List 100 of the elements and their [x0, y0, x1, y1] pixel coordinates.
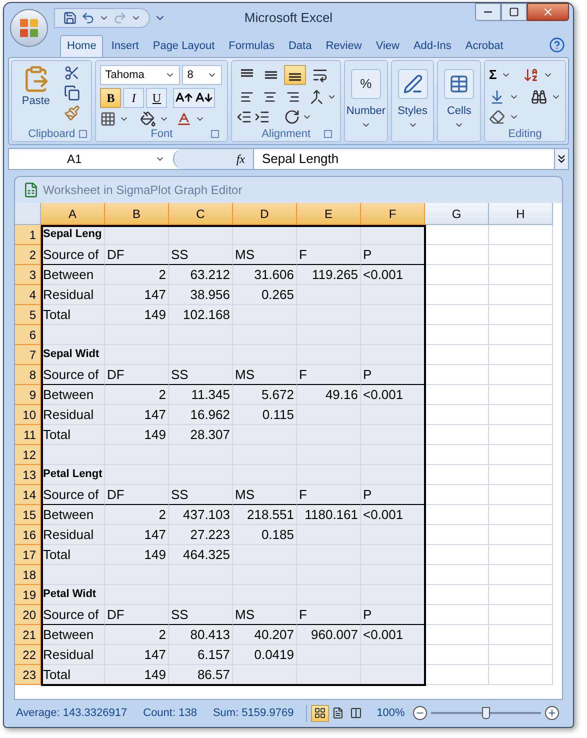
row-header[interactable]: 22	[15, 645, 41, 665]
font-style-button[interactable]: B	[100, 88, 122, 108]
increase-indent-icon[interactable]	[254, 109, 270, 125]
ribbon-tab[interactable]: View	[370, 35, 406, 57]
autosum-symbol[interactable]: Σ	[489, 65, 497, 84]
row-header[interactable]: 13	[15, 465, 41, 485]
maximize-button[interactable]	[501, 3, 527, 21]
column-header[interactable]: H	[489, 203, 553, 225]
ribbon-tab[interactable]: Formulas	[222, 35, 280, 57]
expand-formula-bar-icon[interactable]	[554, 149, 568, 169]
table-cell: 38.956	[169, 285, 233, 305]
decrease-indent-icon[interactable]	[236, 109, 252, 125]
insert-function-button[interactable]: fx	[236, 150, 245, 168]
row-header[interactable]: 23	[15, 665, 41, 685]
dialog-launcher-icon[interactable]	[211, 130, 220, 138]
font-style-button[interactable]: U	[146, 88, 168, 108]
column-header[interactable]: B	[105, 203, 169, 225]
table-cell	[425, 585, 489, 605]
borders-icon[interactable]	[100, 111, 116, 127]
copy-icon[interactable]	[64, 85, 80, 101]
font-size-field[interactable]: 8	[182, 65, 222, 85]
table-cell	[489, 345, 553, 365]
table-cell	[169, 565, 233, 585]
row-header[interactable]: 19	[15, 585, 41, 605]
ribbon-tab[interactable]: Add-Ins	[407, 35, 458, 57]
find-icon[interactable]	[531, 88, 548, 104]
sort-filter-icon[interactable]	[522, 66, 539, 83]
font-color-icon[interactable]	[176, 111, 192, 127]
table-cell: MS	[233, 485, 297, 505]
row-header[interactable]: 6	[15, 325, 41, 345]
font-style-button[interactable]: I	[123, 88, 144, 108]
ribbon-tab[interactable]: Review	[320, 35, 368, 57]
clear-icon[interactable]	[489, 108, 506, 124]
row-header[interactable]: 10	[15, 405, 41, 425]
table-cell: 0.115	[233, 405, 297, 425]
row-header[interactable]: 17	[15, 545, 41, 565]
table-cell	[489, 605, 553, 625]
row-header[interactable]: 2	[15, 245, 41, 265]
dialog-launcher-icon[interactable]	[79, 130, 88, 138]
ribbon-group-button[interactable]: % Number	[344, 60, 388, 142]
cut-icon[interactable]	[64, 65, 80, 81]
paste-button[interactable]: Paste	[16, 65, 56, 121]
row-header[interactable]: 8	[15, 365, 41, 385]
view-button[interactable]	[310, 704, 329, 722]
ribbon-tab[interactable]: Page Layout	[146, 35, 221, 57]
row-header[interactable]: 11	[15, 425, 41, 445]
cells-icon	[449, 74, 470, 94]
vertical-align-button[interactable]	[284, 65, 306, 85]
format-painter-icon[interactable]	[64, 105, 80, 121]
ribbon-group-button[interactable]: Styles	[390, 60, 434, 142]
table-cell	[489, 385, 553, 405]
zoom-in-button[interactable]	[544, 706, 559, 720]
table-cell	[489, 285, 553, 305]
row-header[interactable]: 12	[15, 445, 41, 465]
column-header[interactable]: C	[169, 203, 233, 225]
column-header[interactable]: G	[425, 203, 489, 225]
save-icon[interactable]	[63, 11, 77, 25]
table-cell: Between	[41, 505, 105, 525]
table-cell	[105, 445, 169, 465]
row-header[interactable]: 4	[15, 285, 41, 305]
row-header[interactable]: 16	[15, 525, 41, 545]
undo-icon[interactable]	[81, 11, 95, 25]
ribbon-group-button[interactable]: Cells	[437, 60, 482, 142]
column-header[interactable]: F	[361, 203, 425, 225]
orientation-icon[interactable]	[284, 109, 300, 125]
office-button[interactable]	[10, 9, 48, 47]
zoom-level[interactable]: 100%	[376, 704, 405, 722]
wrap-text-icon[interactable]	[312, 67, 328, 83]
ribbon-tab[interactable]: Acrobat	[459, 35, 510, 57]
row-header[interactable]: 15	[15, 505, 41, 525]
row-header[interactable]: 20	[15, 605, 41, 625]
column-header[interactable]: D	[233, 203, 297, 225]
fill-color-icon[interactable]	[140, 111, 156, 127]
column-header[interactable]: A	[41, 203, 105, 225]
column-header[interactable]: E	[297, 203, 361, 225]
font-name-field[interactable]: Tahoma	[100, 65, 180, 85]
help-icon[interactable]	[549, 37, 565, 53]
zoom-slider-thumb[interactable]	[482, 707, 490, 719]
table-cell: 27.223	[169, 525, 233, 545]
close-button[interactable]	[527, 3, 569, 21]
row-header[interactable]: 21	[15, 625, 41, 645]
ribbon-tab[interactable]: Home	[60, 35, 104, 57]
dialog-launcher-icon[interactable]	[324, 130, 332, 138]
ribbon-tab[interactable]: Insert	[105, 35, 145, 57]
table-cell	[361, 525, 425, 545]
row-header[interactable]: 1	[15, 225, 41, 245]
name-box[interactable]: A1	[9, 149, 173, 169]
row-header[interactable]: 3	[15, 265, 41, 285]
zoom-out-button[interactable]	[412, 706, 427, 720]
row-header[interactable]: 14	[15, 485, 41, 505]
table-cell	[233, 225, 297, 245]
row-header[interactable]: 5	[15, 305, 41, 325]
table-cell	[361, 305, 425, 325]
merge-icon[interactable]	[309, 89, 325, 105]
ribbon-tab[interactable]: Data	[282, 35, 318, 57]
table-cell: P	[361, 365, 425, 385]
row-header[interactable]: 18	[15, 565, 41, 585]
table-cell	[297, 285, 361, 305]
row-header[interactable]: 9	[15, 385, 41, 405]
row-header[interactable]: 7	[15, 345, 41, 365]
